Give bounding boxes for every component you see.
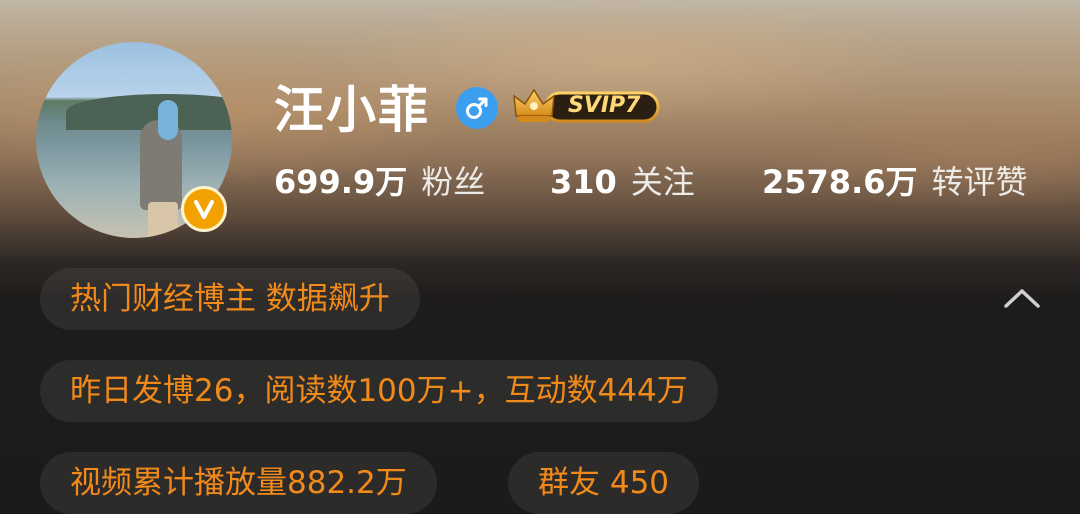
svip-label: SVIP7 (568, 93, 641, 118)
stat-following[interactable]: 310 关注 (550, 160, 695, 204)
male-gender-icon (456, 87, 498, 129)
stat-label: 转评赞 (931, 163, 1028, 201)
stat-value: 310 (550, 163, 617, 201)
tag-group-members[interactable]: 群友 450 (508, 452, 700, 514)
stat-reposts-comments-likes[interactable]: 2578.6万 转评赞 (762, 160, 1028, 204)
v-icon (194, 200, 214, 219)
chevron-up-icon[interactable] (1000, 285, 1044, 311)
verified-badge-icon (181, 186, 227, 232)
stat-value: 2578.6万 (762, 163, 918, 201)
avatar-legs (148, 202, 178, 238)
tag-hot-finance-blogger[interactable]: 热门财经博主 数据飙升 (40, 268, 420, 330)
male-symbol-icon (466, 97, 488, 119)
profile-stats: 699.9万 粉丝 310 关注 2578.6万 转评赞 (274, 160, 1064, 204)
tag-yesterday-stats[interactable]: 昨日发博26，阅读数100万+，互动数444万 (40, 360, 718, 422)
tag-video-plays[interactable]: 视频累计播放量882.2万 (40, 452, 437, 514)
avatar-child (158, 100, 178, 140)
stat-followers[interactable]: 699.9万 粉丝 (274, 160, 485, 204)
stat-label: 关注 (630, 163, 695, 201)
stat-label: 粉丝 (421, 163, 486, 201)
svip-badge[interactable]: SVIP7 (512, 86, 660, 126)
stat-value: 699.9万 (274, 163, 408, 201)
profile-name: 汪小菲 (274, 81, 430, 139)
